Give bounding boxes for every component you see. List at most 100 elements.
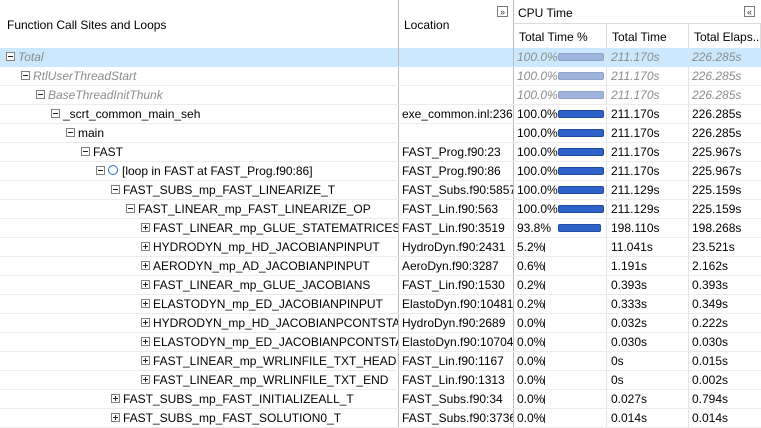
function-cell: [loop in FAST at FAST_Prog.f90:86] [0,162,399,180]
total-pct-value: 0.0% [517,373,545,387]
collapse-icon[interactable] [6,52,15,61]
total-elapsed-cell: 198.268s [692,221,742,235]
expand-icon[interactable] [141,375,150,384]
expand-icon[interactable] [141,242,150,251]
function-cell: _scrt_common_main_seh [0,105,399,123]
table-row[interactable]: FAST_SUBS_mp_FAST_LINEARIZE_T FAST_Subs.f… [0,181,761,200]
expand-right-icon[interactable]: » [497,6,508,17]
table-row[interactable]: FAST_LINEAR_mp_GLUE_STATEMATRICES FAST_Li… [0,219,761,238]
total-elapsed-cell: 0.015s [692,354,729,368]
expand-icon[interactable] [141,356,150,365]
total-elapsed-cell: 2.162s [692,259,729,273]
table-row[interactable]: HYDRODYN_mp_HD_JACOBIANPINPUT HydroDyn.f9… [0,238,761,257]
expand-icon[interactable] [141,280,150,289]
table-row[interactable]: BaseThreadInitThunk 100.0% 211.170s 226.285… [0,86,761,105]
collapse-icon[interactable] [36,90,45,99]
table-row[interactable]: HYDRODYN_mp_HD_JACOBIANPCONTSTATE HydroDy… [0,314,761,333]
column-header-function[interactable]: Function Call Sites and Loops [0,0,399,48]
total-pct-value: 0.0% [517,335,545,349]
expand-icon[interactable] [141,223,150,232]
cpu-time-bar [558,72,604,80]
function-name: [loop in FAST at FAST_Prog.f90:86] [122,164,313,178]
table-row[interactable]: FAST_LINEAR_mp_FAST_LINEARIZE_OP FAST_Lin… [0,200,761,219]
expand-icon[interactable] [141,337,150,346]
total-time-cell: 211.170s [607,67,689,85]
table-row[interactable]: AERODYN_mp_AD_JACOBIANPINPUT AeroDyn.f90:… [0,257,761,276]
table-row[interactable]: RtlUserThreadStart 100.0% 211.170s 226.285s [0,67,761,86]
total-pct-value: 0.0% [517,354,545,368]
expand-icon[interactable] [111,413,120,422]
location-cell: FAST_Prog.f90:86 [399,162,514,180]
cpu-time-bar [544,243,545,252]
total-pct-value: 0.2% [517,297,545,311]
expand-icon[interactable] [141,318,150,327]
location-cell [399,86,514,104]
function-cell: FAST_SUBS_mp_FAST_SOLUTION0_T [0,409,399,427]
collapse-icon[interactable] [111,185,120,194]
table-row[interactable]: FAST_SUBS_mp_FAST_SOLUTION0_T FAST_Subs.f… [0,409,761,428]
location-cell: FAST_Subs.f90:3736 [399,409,514,427]
table-row[interactable]: FAST_SUBS_mp_FAST_INITIALIZEALL_T FAST_Su… [0,390,761,409]
function-cell: main [0,124,399,142]
total-elapsed-cell: 225.967s [692,164,742,178]
location-cell: ElastoDyn.f90:10704 [399,333,514,351]
function-name: HYDRODYN_mp_HD_JACOBIANPCONTSTATE [153,316,399,330]
cpu-time-bar [558,186,604,194]
function-name: AERODYN_mp_AD_JACOBIANPINPUT [153,259,370,273]
call-tree: Total 100.0% 211.170s 226.285s RtlUserThread… [0,48,761,428]
total-pct-value: 0.0% [517,411,545,425]
collapse-icon[interactable] [21,71,30,80]
collapse-icon[interactable] [66,128,75,137]
table-row[interactable]: _scrt_common_main_seh exe_common.inl:236 1… [0,105,761,124]
total-elapsed-cell: 226.285s [692,126,742,140]
total-elapsed-cell: 0.393s [692,278,729,292]
table-row[interactable]: Total 100.0% 211.170s 226.285s [0,48,761,67]
column-header-total-time-label: Total Time [612,30,667,44]
collapse-left-icon[interactable]: « [744,6,755,17]
table-row[interactable]: FAST_LINEAR_mp_WRLINFILE_TXT_HEAD FAST_Li… [0,352,761,371]
total-time-cell: 0.030s [607,333,689,351]
total-pct-value: 100.0% [517,50,558,64]
total-time-cell: 0.014s [607,409,689,427]
total-pct-value: 100.0% [517,202,558,216]
table-row[interactable]: main 100.0% 211.170s 226.285s [0,124,761,143]
expand-icon[interactable] [141,261,150,270]
total-time-cell: 0.032s [607,314,689,332]
total-pct-cell: 0.0% [514,371,607,389]
table-row[interactable]: ELASTODYN_mp_ED_JACOBIANPCONTSTATE Elasto… [0,333,761,352]
collapse-icon[interactable] [81,147,90,156]
column-header-total-elapsed[interactable]: Total Elaps... [689,24,761,48]
total-pct-value: 100.0% [517,164,558,178]
column-header-total-elapsed-label: Total Elaps... [694,30,761,44]
table-row[interactable]: ELASTODYN_mp_ED_JACOBIANPINPUT ElastoDyn.… [0,295,761,314]
function-name: FAST_SUBS_mp_FAST_SOLUTION0_T [123,411,342,425]
column-header-location[interactable]: Location » [399,0,514,48]
expand-icon[interactable] [141,299,150,308]
total-time-cell: 211.170s [607,124,689,142]
table-row[interactable]: FAST FAST_Prog.f90:23 100.0% 211.170s 225.96… [0,143,761,162]
function-name: FAST_SUBS_mp_FAST_LINEARIZE_T [123,183,336,197]
collapse-icon[interactable] [51,109,60,118]
total-pct-cell: 100.0% [514,86,607,104]
function-cell: FAST_LINEAR_mp_GLUE_JACOBIANS [0,276,399,294]
function-cell: ELASTODYN_mp_ED_JACOBIANPCONTSTATE [0,333,399,351]
total-elapsed-cell: 0.794s [692,392,729,406]
table-row[interactable]: FAST_LINEAR_mp_WRLINFILE_TXT_END FAST_Lin… [0,371,761,390]
cpu-time-bar [558,167,604,175]
total-time-cell: 198.110s [607,219,689,237]
collapse-icon[interactable] [126,204,135,213]
total-pct-value: 93.8% [517,221,552,235]
column-group-cpu-time[interactable]: CPU Time « [514,0,761,24]
expand-icon[interactable] [111,394,120,403]
function-name: ELASTODYN_mp_ED_JACOBIANPINPUT [153,297,383,311]
collapse-icon[interactable] [96,166,105,175]
table-row[interactable]: FAST_LINEAR_mp_GLUE_JACOBIANS FAST_Lin.f9… [0,276,761,295]
column-header-total-time[interactable]: Total Time [607,24,689,48]
location-cell: FAST_Lin.f90:563 [399,200,514,218]
total-elapsed-cell: 23.521s [692,240,735,254]
function-name: HYDRODYN_mp_HD_JACOBIANPINPUT [153,240,380,254]
total-elapsed-cell: 0.002s [692,373,729,387]
cpu-time-bar [558,205,604,213]
column-header-total-pct[interactable]: Total Time % [514,24,607,48]
table-row[interactable]: [loop in FAST at FAST_Prog.f90:86] FAST_P… [0,162,761,181]
